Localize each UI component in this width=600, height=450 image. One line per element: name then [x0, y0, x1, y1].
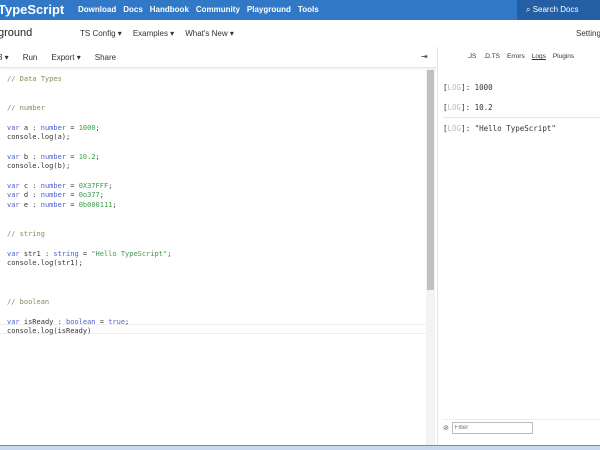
- tab-plugins[interactable]: Plugins: [553, 53, 574, 60]
- search-docs-button[interactable]: ⌕ Search Docs: [517, 0, 600, 20]
- log-value: "Hello TypeScript": [474, 124, 556, 133]
- nav-docs[interactable]: Docs: [123, 5, 143, 14]
- code-line: var a : number = 1000;: [7, 123, 100, 132]
- code-editor[interactable]: // Data Types // number var a : number = 1…: [0, 68, 426, 445]
- clear-icon[interactable]: ⊘: [443, 424, 449, 432]
- tab-dts[interactable]: .D.TS: [483, 53, 500, 60]
- log-entry: [LOG]: "Hello TypeScript": [443, 124, 556, 133]
- examples-menu[interactable]: Examples ▾: [133, 29, 174, 38]
- panel-tabs: .JS .D.TS Errors Logs Plugins: [467, 53, 574, 60]
- code-line: // string: [7, 230, 45, 239]
- editor-toolbar: 3 ▾ Run Export ▾ Share ⇥: [0, 47, 437, 68]
- nav-download[interactable]: Download: [78, 5, 116, 14]
- code-line: console.log(b);: [7, 162, 71, 171]
- settings-link[interactable]: Settings: [576, 29, 600, 38]
- nav-links: Download Docs Handbook Community Playgro…: [78, 5, 319, 14]
- log-value: 1000: [474, 83, 493, 92]
- code-line: var c : number = 0X37FFF;: [7, 181, 113, 190]
- tab-errors[interactable]: Errors: [507, 53, 525, 60]
- collapse-icon[interactable]: ⇥: [421, 52, 428, 61]
- nav-community[interactable]: Community: [196, 5, 240, 14]
- code-line: console.log(str1);: [7, 259, 83, 268]
- code-line: var b : number = 10.2;: [7, 152, 100, 161]
- tab-js[interactable]: .JS: [467, 53, 476, 60]
- top-nav: TypeScript Download Docs Handbook Commun…: [0, 0, 600, 20]
- code-line: var str1 : string = "Hello TypeScript";: [7, 249, 172, 258]
- playground-menus: TS Config ▾ Examples ▾ What's New ▾: [80, 29, 234, 38]
- log-tag: LOG: [447, 124, 462, 133]
- whats-new-menu[interactable]: What's New ▾: [185, 29, 234, 38]
- code-line: var d : number = 0o377;: [7, 191, 104, 200]
- log-tag: LOG: [447, 103, 462, 112]
- log-entry: [LOG]: 1000: [443, 83, 493, 92]
- editor-scrollbar[interactable]: [426, 68, 435, 445]
- nav-tools[interactable]: Tools: [298, 5, 319, 14]
- filter-input[interactable]: [451, 422, 533, 434]
- nav-handbook[interactable]: Handbook: [150, 5, 189, 14]
- code-line: // Data Types: [7, 75, 62, 83]
- nav-playground[interactable]: Playground: [247, 5, 291, 14]
- run-button[interactable]: Run: [23, 53, 38, 62]
- log-value: 10.2: [474, 103, 493, 112]
- code-line: console.log(isReady): [7, 327, 92, 336]
- log-tag: LOG: [447, 83, 462, 92]
- bottom-bar: [0, 445, 600, 450]
- code-line: var isReady : boolean = true;: [7, 317, 130, 326]
- export-menu[interactable]: Export ▾: [51, 53, 80, 62]
- typescript-logo[interactable]: TypeScript: [0, 2, 64, 17]
- tab-logs[interactable]: Logs: [532, 53, 546, 60]
- output-panel: .JS .D.TS Errors Logs Plugins [LOG]: 100…: [437, 47, 600, 445]
- code-line: // number: [7, 104, 45, 113]
- share-button[interactable]: Share: [95, 53, 116, 62]
- page-title: ground: [0, 27, 33, 39]
- code-line: // boolean: [7, 298, 50, 307]
- log-entry: [LOG]: 10.2: [443, 103, 600, 118]
- playground-bar: ground TS Config ▾ Examples ▾ What's New…: [0, 20, 600, 47]
- code-line: var e : number = 0b000111;: [7, 201, 117, 210]
- version-select[interactable]: 3 ▾: [0, 53, 9, 62]
- log-filter: ⊘: [443, 419, 600, 434]
- scrollbar-thumb[interactable]: [427, 70, 434, 290]
- code-line: console.log(a);: [7, 133, 71, 142]
- ts-config-menu[interactable]: TS Config ▾: [80, 29, 122, 38]
